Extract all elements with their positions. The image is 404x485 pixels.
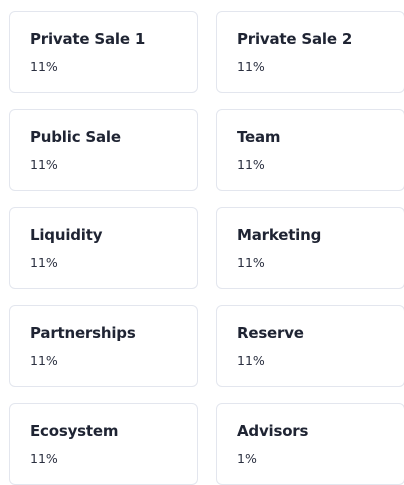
- allocation-card-marketing: Marketing 11%: [216, 207, 404, 289]
- allocation-card-private-sale-1: Private Sale 1 11%: [9, 11, 198, 93]
- allocation-label: Liquidity: [30, 226, 103, 244]
- allocation-grid: Private Sale 1 11% Private Sale 2 11% Pu…: [9, 11, 404, 485]
- allocation-label: Marketing: [237, 226, 322, 244]
- allocation-card-team: Team 11%: [216, 109, 404, 191]
- allocation-label: Public Sale: [30, 128, 121, 146]
- allocation-label: Advisors: [237, 422, 309, 440]
- allocation-percentage: 11%: [30, 353, 58, 368]
- allocation-percentage: 11%: [237, 353, 265, 368]
- allocation-card-public-sale: Public Sale 11%: [9, 109, 198, 191]
- allocation-card-liquidity: Liquidity 11%: [9, 207, 198, 289]
- allocation-percentage: 1%: [237, 451, 257, 466]
- allocation-label: Private Sale 2: [237, 30, 353, 48]
- allocation-card-partnerships: Partnerships 11%: [9, 305, 198, 387]
- allocation-percentage: 11%: [237, 255, 265, 270]
- allocation-percentage: 11%: [30, 255, 58, 270]
- allocation-percentage: 11%: [237, 59, 265, 74]
- allocation-label: Private Sale 1: [30, 30, 146, 48]
- allocation-card-reserve: Reserve 11%: [216, 305, 404, 387]
- allocation-percentage: 11%: [237, 157, 265, 172]
- allocation-card-private-sale-2: Private Sale 2 11%: [216, 11, 404, 93]
- allocation-label: Ecosystem: [30, 422, 119, 440]
- allocation-label: Reserve: [237, 324, 304, 342]
- allocation-label: Team: [237, 128, 281, 146]
- allocation-percentage: 11%: [30, 451, 58, 466]
- allocation-percentage: 11%: [30, 157, 58, 172]
- allocation-percentage: 11%: [30, 59, 58, 74]
- allocation-card-ecosystem: Ecosystem 11%: [9, 403, 198, 485]
- allocation-label: Partnerships: [30, 324, 136, 342]
- allocation-card-advisors: Advisors 1%: [216, 403, 404, 485]
